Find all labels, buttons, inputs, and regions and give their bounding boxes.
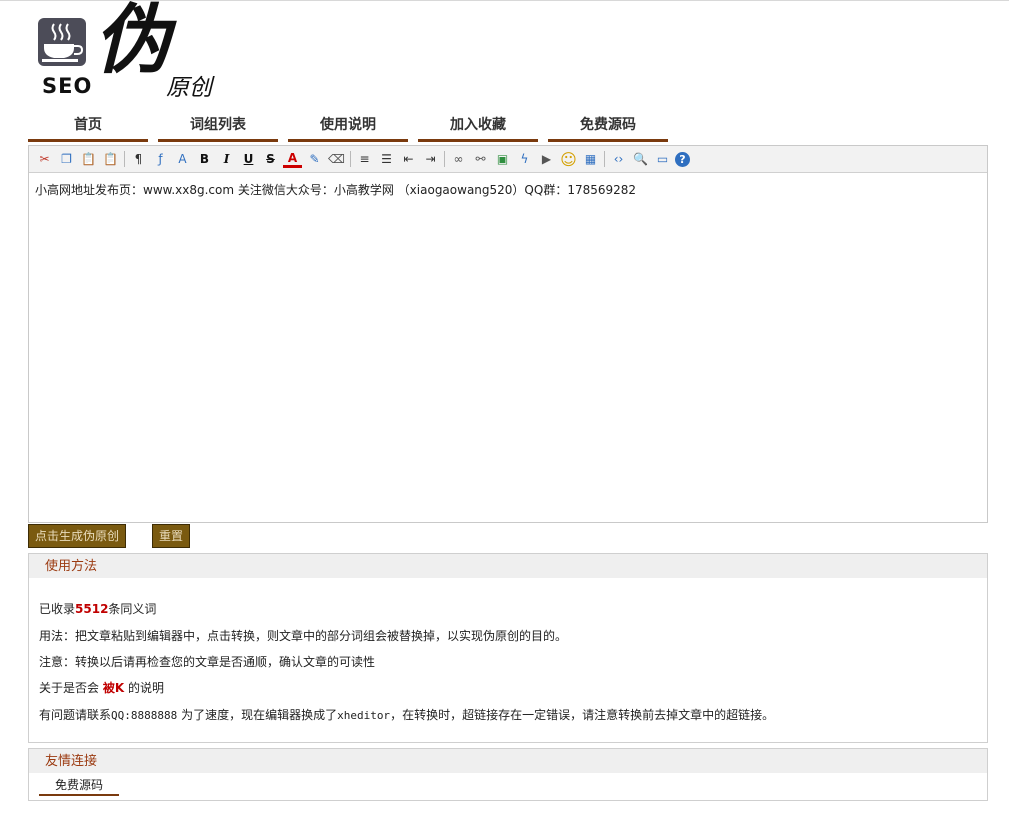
toolbar-separator — [124, 151, 125, 167]
image-icon[interactable]: ▣ — [493, 150, 512, 169]
copy-icon[interactable]: ❐ — [57, 150, 76, 169]
paste-text-icon[interactable]: 📋 — [101, 150, 120, 169]
flash-icon[interactable]: ϟ — [515, 150, 534, 169]
friend-link-free-source[interactable]: 免费源码 — [39, 776, 119, 796]
link-icon[interactable]: ∞ — [449, 150, 468, 169]
media-icon[interactable]: ▶ — [537, 150, 556, 169]
fullscreen-icon[interactable]: ▭ — [653, 150, 672, 169]
usage-line-note: 注意：转换以后请再检查您的文章是否通顺，确认文章的可读性 — [39, 655, 376, 669]
nav-favorite[interactable]: 加入收藏 — [418, 112, 538, 142]
friend-links-title: 友情连接 — [29, 749, 987, 773]
contact-mid: 为了速度，现在编辑器换成了 — [177, 708, 338, 722]
underline-icon[interactable]: U — [239, 150, 258, 169]
italic-icon[interactable]: I — [217, 150, 236, 169]
synonym-count: 5512 — [75, 602, 109, 616]
nav-word-list[interactable]: 词组列表 — [158, 112, 278, 142]
site-logo[interactable]: SEO 伪 原创 — [38, 2, 228, 102]
font-color-icon[interactable]: A — [283, 150, 302, 168]
table-icon[interactable]: ▦ — [581, 150, 600, 169]
k-suffix: 的说明 — [124, 681, 164, 695]
list-icon[interactable]: ☰ — [377, 150, 396, 169]
indent-icon[interactable]: ⇥ — [421, 150, 440, 169]
bold-icon[interactable]: B — [195, 150, 214, 169]
strikethrough-icon[interactable]: S — [261, 150, 280, 169]
logo-wei-text: 伪 — [94, 0, 170, 84]
generate-button[interactable]: 点击生成伪原创 — [28, 524, 126, 548]
emoticon-icon[interactable]: ☺ — [559, 150, 578, 169]
editor-content-area[interactable]: 小高网地址发布页：www.xx8g.com 关注微信大众号：小高教学网 （xia… — [29, 173, 987, 206]
block-format-icon[interactable]: ¶ — [129, 150, 148, 169]
toolbar-separator — [604, 151, 605, 167]
preview-icon[interactable]: 🔍 — [631, 150, 650, 169]
outdent-icon[interactable]: ⇤ — [399, 150, 418, 169]
usage-panel-title: 使用方法 — [29, 554, 987, 578]
contact-xheditor: xheditor — [337, 709, 391, 722]
editor-toolbar: ✂ ❐ 📋 📋 ¶ ƒ A B I U S A ✎ ⌫ ≡ ☰ ⇤ ⇥ ∞ ⚯ ▣ ϟ ▶ ☺ ▦ ‹› 🔍 ▭? — [29, 146, 987, 173]
help-icon[interactable]: ? — [675, 151, 690, 167]
usage-line-count: 已收录5512条同义词 — [39, 600, 156, 617]
usage-line-contact: 有问题请联系QQ:8888888 为了速度，现在编辑器换成了xheditor，在… — [39, 706, 774, 723]
align-icon[interactable]: ≡ — [355, 150, 374, 169]
cut-icon[interactable]: ✂ — [35, 150, 54, 169]
k-prefix: 关于是否会 — [39, 681, 103, 695]
nav-free-source[interactable]: 免费源码 — [548, 112, 668, 142]
coffee-cup-icon — [38, 18, 86, 66]
nav-usage[interactable]: 使用说明 — [288, 112, 408, 142]
count-suffix: 条同义词 — [108, 602, 157, 616]
toolbar-separator — [350, 151, 351, 167]
usage-line-howto: 用法：把文章粘贴到编辑器中，点击转换，则文章中的部分词组会被替换掉，以实现伪原创… — [39, 629, 568, 643]
contact-qq: QQ:8888888 — [111, 709, 178, 722]
usage-line-k: 关于是否会 被K 的说明 — [39, 679, 164, 696]
unlink-icon[interactable]: ⚯ — [471, 150, 490, 169]
rich-text-editor: ✂ ❐ 📋 📋 ¶ ƒ A B I U S A ✎ ⌫ ≡ ☰ ⇤ ⇥ ∞ ⚯ ▣ ϟ ▶ ☺ ▦ ‹› 🔍 ▭? 小高网地址发布页：… — [28, 145, 988, 523]
logo-seo-text: SEO — [42, 74, 93, 98]
logo-yuanchuang-text: 原创 — [166, 75, 212, 101]
reset-button[interactable]: 重置 — [152, 524, 190, 548]
toolbar-separator — [444, 151, 445, 167]
paste-icon[interactable]: 📋 — [79, 150, 98, 169]
friend-links-panel: 友情连接 免费源码 — [28, 748, 988, 801]
nav-home[interactable]: 首页 — [28, 112, 148, 142]
k-link[interactable]: 被K — [103, 681, 124, 695]
source-code-icon[interactable]: ‹› — [609, 150, 628, 169]
usage-panel: 使用方法 已收录5512条同义词 用法：把文章粘贴到编辑器中，点击转换，则文章中… — [28, 553, 988, 743]
font-size-icon[interactable]: A — [173, 150, 192, 169]
font-family-icon[interactable]: ƒ — [151, 150, 170, 169]
remove-format-icon[interactable]: ⌫ — [327, 150, 346, 169]
background-color-icon[interactable]: ✎ — [305, 150, 324, 169]
contact-prefix: 有问题请联系 — [39, 708, 112, 722]
editor-content-text: 小高网地址发布页：www.xx8g.com 关注微信大众号：小高教学网 （xia… — [35, 183, 637, 197]
contact-suffix: ，在转换时，超链接存在一定错误，请注意转换前去掉文章中的超链接。 — [390, 708, 775, 722]
count-prefix: 已收录 — [39, 602, 76, 616]
